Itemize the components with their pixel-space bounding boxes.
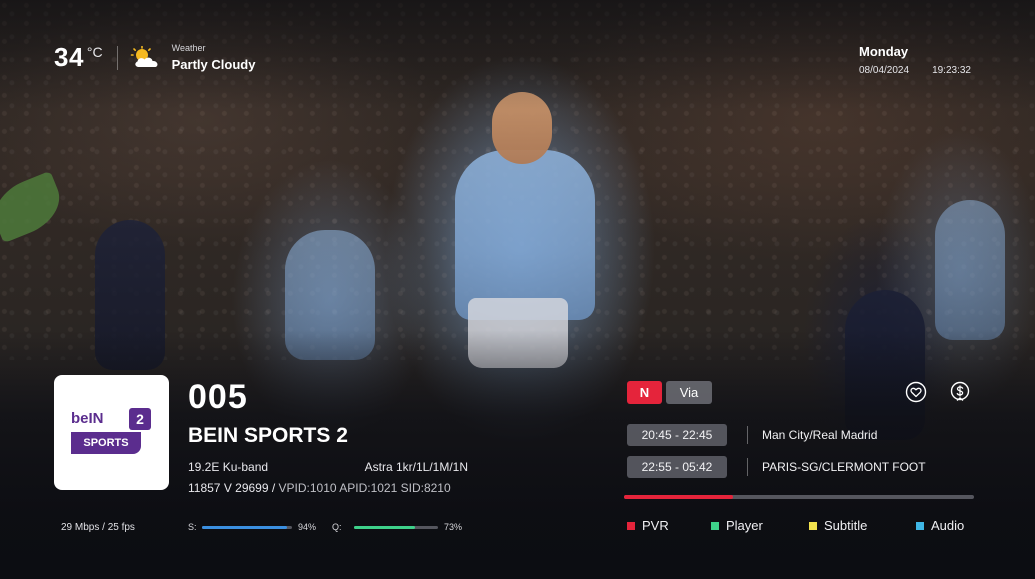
epg-title: PARIS-SG/CLERMONT FOOT xyxy=(762,460,926,474)
signal-track xyxy=(202,525,292,529)
channel-pids: VPID:1010 APID:1021 SID:8210 xyxy=(278,481,451,495)
quality-track xyxy=(354,525,438,529)
via-badge: Via xyxy=(666,381,712,404)
weekday: Monday xyxy=(859,44,909,59)
epg-event-next[interactable]: 22:55 - 05:42 PARIS-SG/CLERMONT FOOT xyxy=(627,456,926,478)
signal-fill xyxy=(202,525,287,529)
signal-label: S: xyxy=(188,522,197,532)
tv-screen: 34 °C Weather Partly Cloudy Monday 08/04 xyxy=(0,0,1035,579)
signal-meter: S: 94% xyxy=(188,522,316,532)
signal-percent: 94% xyxy=(298,522,317,532)
logo-sports: SPORTS xyxy=(71,432,141,454)
epg-time: 20:45 - 22:45 xyxy=(627,424,727,446)
bein-sports-logo: beIN 2 SPORTS xyxy=(71,408,152,458)
red-key-icon xyxy=(627,521,635,530)
epg-event-current[interactable]: 20:45 - 22:45 Man City/Real Madrid xyxy=(627,424,877,446)
time: 19:23:32 xyxy=(932,65,971,76)
epg-progress-fill xyxy=(624,495,733,499)
channel-satellite: Astra 1kr/1L/1M/1N xyxy=(364,460,468,474)
yellow-key-icon xyxy=(809,521,817,530)
key-label: Player xyxy=(726,518,763,533)
weather-text: Weather Partly Cloudy xyxy=(172,43,256,72)
clock-widget: Monday 08/04/2024 19:23:32 xyxy=(859,44,971,76)
channel-number: 005 xyxy=(188,378,248,416)
blue-key-icon xyxy=(916,521,924,530)
key-label: PVR xyxy=(642,518,669,533)
quality-label: Q: xyxy=(332,522,342,532)
bitrate-readout: 29 Mbps / 25 fps xyxy=(61,522,135,533)
logo-word: beIN xyxy=(71,410,104,427)
epg-title: Man City/Real Madrid xyxy=(762,428,878,442)
divider xyxy=(747,458,748,476)
divider xyxy=(116,45,118,70)
temperature-unit: °C xyxy=(86,44,103,60)
subtitle-key[interactable]: Subtitle xyxy=(809,518,916,533)
quality-fill xyxy=(354,525,416,529)
dollar-icon[interactable] xyxy=(949,381,971,403)
color-key-legend: PVR Player Subtitle Audio xyxy=(627,518,964,533)
weather-label: Weather xyxy=(171,43,206,53)
date-time: 08/04/2024 19:23:32 xyxy=(859,65,971,76)
player-key[interactable]: Player xyxy=(711,518,809,533)
quality-percent: 73% xyxy=(444,522,463,532)
channel-logo: beIN 2 SPORTS xyxy=(54,375,169,490)
weather-condition: Partly Cloudy xyxy=(171,57,256,72)
channel-band: 19.2E Ku-band xyxy=(188,460,269,474)
epg-progress-bar xyxy=(624,495,974,499)
channel-transponder: 11857 V 29699 / xyxy=(188,481,276,495)
logo-badge: 2 xyxy=(129,408,151,430)
quality-meter: Q: 73% xyxy=(332,522,462,532)
pvr-key[interactable]: PVR xyxy=(627,518,711,533)
green-key-icon xyxy=(711,521,719,530)
audio-key[interactable]: Audio xyxy=(916,518,964,533)
celebrating-player xyxy=(455,150,595,320)
channel-tuning-line: 11857 V 29699 / VPID:1010 APID:1021 SID:… xyxy=(188,481,451,495)
key-label: Subtitle xyxy=(824,518,868,533)
new-badge: N xyxy=(627,381,662,404)
background-player xyxy=(935,200,1005,340)
date: 08/04/2024 xyxy=(859,65,910,76)
heart-icon[interactable] xyxy=(905,381,927,403)
divider xyxy=(747,426,748,444)
partly-cloudy-icon xyxy=(130,45,162,70)
channel-band-line: 19.2E Ku-band Astra 1kr/1L/1M/1N xyxy=(188,460,468,474)
channel-name: BEIN SPORTS 2 xyxy=(188,424,348,447)
key-label: Audio xyxy=(931,518,965,533)
weather-widget: 34 °C Weather Partly Cloudy xyxy=(54,42,255,73)
epg-time: 22:55 - 05:42 xyxy=(627,456,727,478)
temperature: 34 xyxy=(54,42,84,72)
